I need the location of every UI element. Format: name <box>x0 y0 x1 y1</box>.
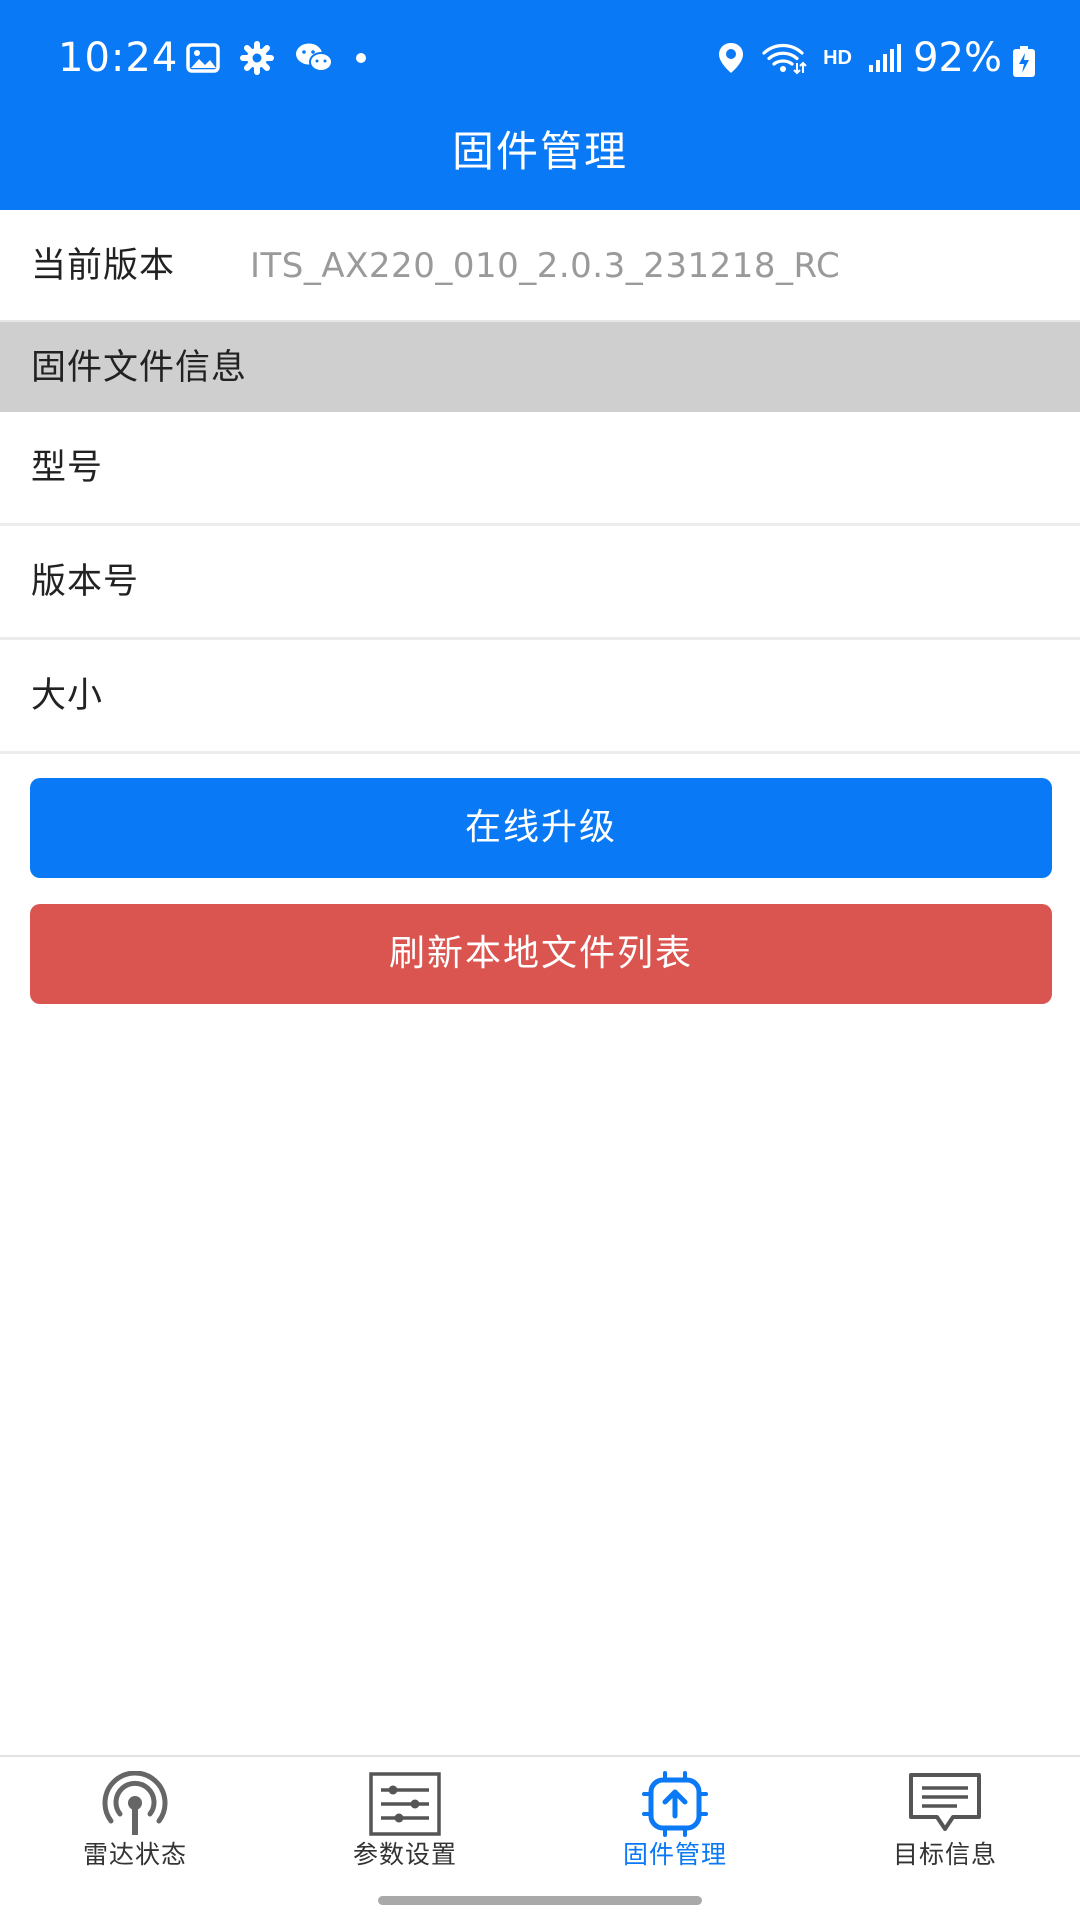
refresh-local-files-button[interactable]: 刷新本地文件列表 <box>30 904 1052 1004</box>
home-indicator[interactable] <box>378 1896 702 1905</box>
gear-icon <box>240 41 274 75</box>
nav-item-target-info[interactable]: 目标信息 <box>810 1771 1080 1891</box>
nav-item-firmware-management[interactable]: 固件管理 <box>540 1771 810 1891</box>
battery-percent: 92% <box>913 35 1002 81</box>
size-label: 大小 <box>31 676 104 716</box>
online-upgrade-button[interactable]: 在线升级 <box>30 778 1052 878</box>
model-row: 型号 <box>0 412 1080 526</box>
wifi-icon <box>762 43 807 75</box>
wechat-icon <box>296 43 333 72</box>
message-icon <box>909 1773 981 1831</box>
version-number-row: 版本号 <box>0 526 1080 640</box>
nav-label-parameter-settings: 参数设置 <box>352 1840 457 1869</box>
page-title: 固件管理 <box>451 127 628 176</box>
status-bar: 10:24 HD 92% <box>0 28 1080 92</box>
status-time: 10:24 <box>58 35 179 81</box>
dot-icon <box>356 53 366 63</box>
current-version-label: 当前版本 <box>31 246 176 286</box>
image-icon <box>186 43 220 73</box>
nav-item-radar-status[interactable]: 雷达状态 <box>0 1771 270 1891</box>
size-row: 大小 <box>0 640 1080 754</box>
app-header: 10:24 HD 92% 固件管理 <box>0 0 1080 210</box>
sliders-icon <box>369 1772 441 1836</box>
current-version-row: 当前版本 ITS_AX220_010_2.0.3_231218_RC <box>0 210 1080 322</box>
nav-label-target-info: 目标信息 <box>892 1840 997 1869</box>
radar-icon <box>102 1771 168 1835</box>
chip-upload-icon <box>642 1771 708 1837</box>
hd-label: HD <box>823 46 852 69</box>
status-notification-icons <box>186 40 368 76</box>
nav-item-parameter-settings[interactable]: 参数设置 <box>270 1771 540 1891</box>
current-version-value: ITS_AX220_010_2.0.3_231218_RC <box>250 246 841 286</box>
nav-label-firmware-management: 固件管理 <box>622 1840 727 1869</box>
signal-icon <box>869 44 901 72</box>
section-title: 固件文件信息 <box>31 348 248 388</box>
nav-label-radar-status: 雷达状态 <box>82 1840 187 1869</box>
status-system-icons: HD <box>717 40 902 76</box>
firmware-info-section-header: 固件文件信息 <box>0 322 1080 412</box>
battery-charging-icon <box>1013 46 1035 77</box>
version-number-label: 版本号 <box>31 562 140 602</box>
location-icon <box>719 43 744 73</box>
model-label: 型号 <box>31 448 104 488</box>
